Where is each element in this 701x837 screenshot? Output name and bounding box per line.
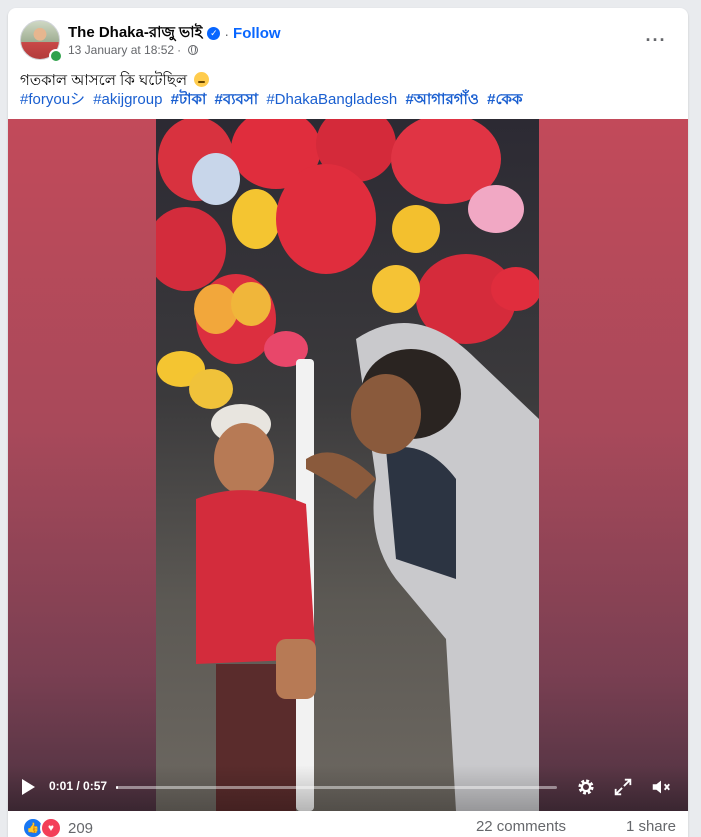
video-controls: 0:01 / 0:57 [8,765,688,811]
reaction-count: 209 [68,819,94,837]
reaction-summary[interactable]: 👍 ♥ 209 [22,817,93,837]
online-status-dot [49,49,63,63]
video-time: 0:01 / 0:57 [49,779,108,793]
post-meta: 13 January at 18:52 · [68,43,199,57]
hashtag-link[interactable]: #akijgroup [93,91,162,108]
video-frame[interactable] [156,119,539,811]
fullscreen-icon[interactable] [612,776,634,798]
hashtag-link[interactable]: #DhakaBangladesh [266,91,397,108]
thinking-emoji-icon [194,72,210,87]
separator-dot: · [224,25,230,42]
comments-count[interactable]: 22 comments [476,818,566,835]
video-still-image [156,119,539,811]
love-icon: ♥ [40,817,62,837]
more-options-button[interactable]: ··· [640,24,672,56]
man-figure [306,323,539,811]
progress-fill [116,786,119,789]
hashtag-link[interactable]: #কেক [487,91,522,108]
post-header: The Dhaka-রাজু ভাই ✓ · Follow 13 January… [20,20,676,63]
shares-count[interactable]: 1 share [626,818,676,835]
hashtag-list: #foryouシ #akijgroup #টাকা #ব্যবসা #Dhaka… [20,88,527,113]
play-icon[interactable] [22,779,35,795]
hashtag-link[interactable]: #টাকা [171,91,207,108]
hashtag-link[interactable]: #ব্যবসা [215,91,259,108]
caption-text: গতকাল আসলে কি ঘটেছিল [20,72,188,89]
volume-muted-icon[interactable] [650,776,672,798]
settings-gear-icon[interactable] [575,776,597,798]
post-date[interactable]: 13 January at 18:52 [68,43,174,57]
progress-bar[interactable] [116,786,557,789]
post-card: The Dhaka-রাজু ভাই ✓ · Follow 13 January… [8,8,688,837]
meta-separator: · [177,43,182,57]
hashtag-link[interactable]: #foryouシ [20,91,85,108]
globe-icon[interactable] [188,45,199,55]
follow-button[interactable]: Follow [233,25,281,42]
verified-badge-icon: ✓ [207,27,221,40]
video-player[interactable]: 0:01 / 0:57 [8,119,688,811]
post-footer: 👍 ♥ 209 22 comments 1 share [20,811,676,837]
hashtag-link[interactable]: #আগারগাঁও [405,91,479,108]
